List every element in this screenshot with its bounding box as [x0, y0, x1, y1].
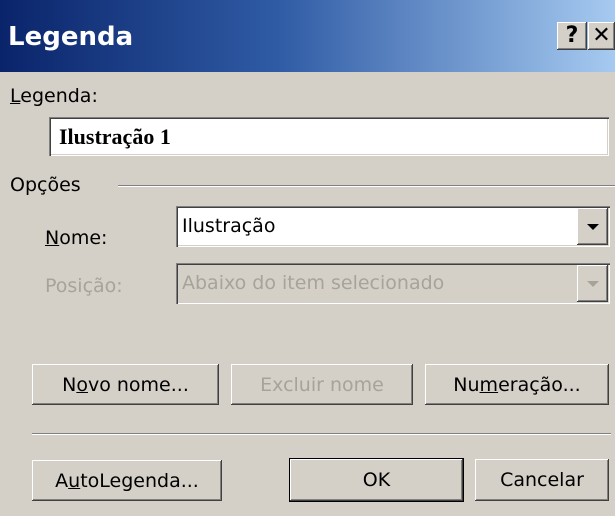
name-select-dropdown-button[interactable]	[577, 208, 608, 245]
bottom-divider	[32, 433, 611, 435]
ok-button[interactable]: OK	[290, 459, 463, 501]
caption-label: Legenda:	[10, 85, 98, 107]
options-group-label: Opções	[10, 174, 81, 196]
numbering-button[interactable]: Nu m eração...	[425, 364, 609, 405]
name-select[interactable]: Ilustração	[176, 206, 610, 247]
options-group-divider	[118, 185, 615, 187]
autocaption-button[interactable]: Au toLegenda...	[32, 460, 222, 501]
caption-input[interactable]	[49, 117, 609, 156]
close-button[interactable]: ✕	[588, 22, 615, 50]
delete-name-button[interactable]: Excluir nome	[231, 364, 413, 405]
position-select[interactable]: Abaixo do item selecionado	[176, 263, 610, 304]
cancel-button[interactable]: Cancelar	[475, 459, 609, 501]
position-label: Posição:	[45, 275, 123, 297]
dialog-title: Legenda	[8, 22, 134, 52]
name-select-value: Ilustração	[182, 215, 276, 237]
help-button[interactable]: ?	[557, 22, 587, 50]
title-bar[interactable]: Legenda ? ✕	[0, 0, 615, 72]
position-select-value: Abaixo do item selecionado	[182, 272, 445, 294]
close-icon: ✕	[592, 23, 611, 48]
help-icon: ?	[565, 23, 579, 48]
new-name-button[interactable]: No vo nome...	[32, 364, 219, 405]
name-label: Nome:	[45, 227, 108, 249]
position-select-dropdown-button[interactable]	[577, 265, 608, 302]
caption-dialog: Legenda ? ✕ Legenda: Opções Nome: Ilustr…	[0, 0, 615, 516]
